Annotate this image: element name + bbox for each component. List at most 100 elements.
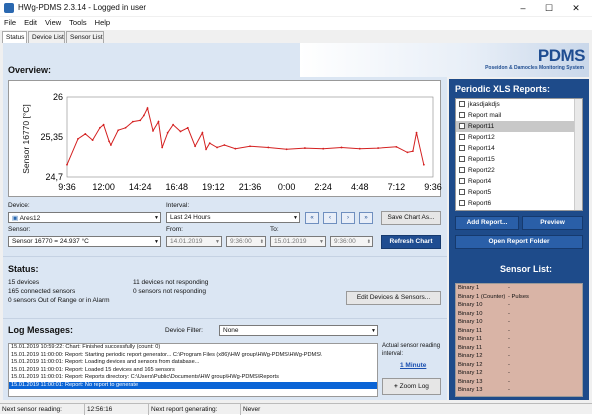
- tab-device-list[interactable]: Device List: [28, 31, 65, 43]
- sensor-select[interactable]: Sensor 16770 = 24.937 °C ▼: [8, 236, 161, 247]
- report-item[interactable]: Report22: [456, 165, 582, 176]
- add-report-button[interactable]: Add Report...: [455, 216, 519, 230]
- report-item[interactable]: Report15: [456, 154, 582, 165]
- interval-label: Interval:: [166, 202, 190, 209]
- tab-status[interactable]: Status: [2, 31, 27, 43]
- chart-y-label: Sensor 16770 [°C]: [21, 104, 31, 174]
- menu-tools[interactable]: Tools: [65, 17, 91, 28]
- sensor-name: Binary 12: [458, 370, 483, 376]
- from-label: From:: [166, 226, 183, 233]
- data-point: [208, 142, 211, 145]
- report-item[interactable]: Report5: [456, 187, 582, 198]
- sensor-row[interactable]: Binary 12 -: [456, 369, 582, 378]
- menu-edit[interactable]: Edit: [20, 17, 41, 28]
- sensor-row[interactable]: Binary 10 -: [456, 301, 582, 310]
- report-item[interactable]: Report11: [456, 121, 582, 132]
- reading-interval-link[interactable]: 1 Minute: [400, 362, 426, 369]
- data-point: [152, 129, 154, 132]
- to-date-input[interactable]: 15.01.2019 ▼: [270, 236, 326, 247]
- save-chart-button[interactable]: Save Chart As...: [381, 211, 441, 225]
- app-window: HWg-PDMS 2.3.14 - Logged in user – ☐ ✕ F…: [0, 0, 592, 415]
- devices-not-responding: 11 devices not responding: [133, 279, 209, 286]
- menu-help[interactable]: Help: [91, 17, 114, 28]
- zoom-log-button[interactable]: + Zoom Log: [382, 378, 441, 395]
- report-checkbox[interactable]: [459, 101, 465, 107]
- last-page-button[interactable]: »: [359, 212, 373, 224]
- interval-select[interactable]: Last 24 Hours ▼: [166, 212, 300, 223]
- next-page-button[interactable]: ›: [341, 212, 355, 224]
- report-item[interactable]: Report mail: [456, 110, 582, 121]
- maximize-button[interactable]: ☐: [536, 1, 562, 15]
- report-checkbox[interactable]: [459, 200, 465, 206]
- sensor-row[interactable]: Binary 10 -: [456, 310, 582, 319]
- report-item[interactable]: jkasdjakdjs: [456, 99, 582, 110]
- sensor-row[interactable]: Binary 11 -: [456, 344, 582, 353]
- tab-sensor-list[interactable]: Sensor List: [66, 31, 104, 43]
- data-point: [172, 123, 175, 126]
- report-checkbox[interactable]: [459, 134, 465, 140]
- sensor-value: -: [508, 344, 510, 351]
- report-checkbox[interactable]: [459, 178, 465, 184]
- report-item[interactable]: Report14: [456, 143, 582, 154]
- report-label: Report mail: [468, 112, 502, 119]
- prev-page-button[interactable]: ‹: [323, 212, 337, 224]
- to-time-input[interactable]: 9:36:00 ⬍: [330, 236, 373, 247]
- report-label: Report15: [468, 156, 495, 163]
- sensor-row[interactable]: Binary 11 -: [456, 335, 582, 344]
- sensor-row[interactable]: Binary 10 -: [456, 318, 582, 327]
- report-item[interactable]: Report12: [456, 132, 582, 143]
- reports-list[interactable]: jkasdjakdjs Report mail Report11 Report12 Re…: [455, 98, 583, 211]
- report-checkbox[interactable]: [459, 123, 465, 129]
- report-checkbox[interactable]: [459, 156, 465, 162]
- refresh-chart-button[interactable]: Refresh Chart: [381, 235, 441, 249]
- sensor-name: Binary 11: [458, 344, 483, 351]
- edit-devices-button[interactable]: Edit Devices & Sensors...: [346, 291, 441, 305]
- report-item[interactable]: Report4: [456, 176, 582, 187]
- data-point: [249, 145, 251, 148]
- data-point: [91, 139, 94, 141]
- reports-scrollbar[interactable]: [574, 99, 582, 210]
- data-point: [415, 131, 418, 134]
- device-filter-label: Device Filter:: [165, 327, 203, 334]
- sensor-value: -: [508, 361, 510, 368]
- sensor-name: Binary 10: [458, 310, 483, 317]
- open-report-folder-button[interactable]: Open Report Folder: [455, 235, 583, 249]
- chart-svg: Sensor 16770 [°C] 2625,3524,79:36 12:00 14…: [21, 92, 442, 192]
- report-checkbox[interactable]: [459, 167, 465, 173]
- data-point: [267, 146, 270, 149]
- sensor-row[interactable]: Binary 13 -: [456, 378, 582, 387]
- report-label: Report11: [468, 123, 495, 130]
- device-select[interactable]: ▣ Ares12 ▼: [8, 212, 161, 223]
- sensor-list[interactable]: Binary 1- Binary 1 (Counter) - Pulses Binar…: [455, 283, 583, 397]
- sensor-row[interactable]: Binary 12 -: [456, 361, 582, 370]
- sensor-row[interactable]: Binary 1 (Counter) - Pulses: [456, 293, 582, 302]
- report-checkbox[interactable]: [459, 112, 465, 118]
- report-checkbox[interactable]: [459, 145, 465, 151]
- menu-view[interactable]: View: [41, 17, 65, 28]
- menu-file[interactable]: File: [0, 17, 20, 28]
- report-label: Report14: [468, 145, 495, 152]
- sensor-row[interactable]: Binary 12 -: [456, 352, 582, 361]
- from-date-input[interactable]: 14.01.2019 ▼: [166, 236, 222, 247]
- sensor-row[interactable]: Binary 1 -: [456, 284, 582, 293]
- device-value: Ares12: [19, 215, 41, 222]
- sensors-not-responding: 0 sensors not responding: [133, 288, 206, 295]
- chevron-down-icon: ▼: [154, 215, 159, 221]
- series-line: [66, 106, 425, 165]
- device-filter-select[interactable]: None ▼: [219, 325, 378, 336]
- close-button[interactable]: ✕: [563, 1, 589, 15]
- first-page-button[interactable]: «: [305, 212, 319, 224]
- next-report-label: Next report generating:: [149, 404, 241, 415]
- data-point: [139, 119, 142, 122]
- sensor-value: -: [508, 387, 510, 393]
- report-item[interactable]: Report6: [456, 198, 582, 209]
- report-checkbox[interactable]: [459, 189, 465, 195]
- from-time-input[interactable]: 9:36:00 ⬍: [226, 236, 266, 247]
- preview-button[interactable]: Preview: [522, 216, 583, 230]
- log-list[interactable]: 15.01.2019 10:59:22: Chart: Finished suc…: [8, 343, 378, 397]
- data-point: [108, 140, 110, 143]
- sensor-row[interactable]: Binary 11 -: [456, 327, 582, 336]
- minimize-button[interactable]: –: [510, 1, 536, 15]
- sensor-row[interactable]: Binary 13 -: [456, 386, 582, 395]
- log-line: 15.01.2019 11:00:01: Report: Loading dev…: [11, 359, 200, 365]
